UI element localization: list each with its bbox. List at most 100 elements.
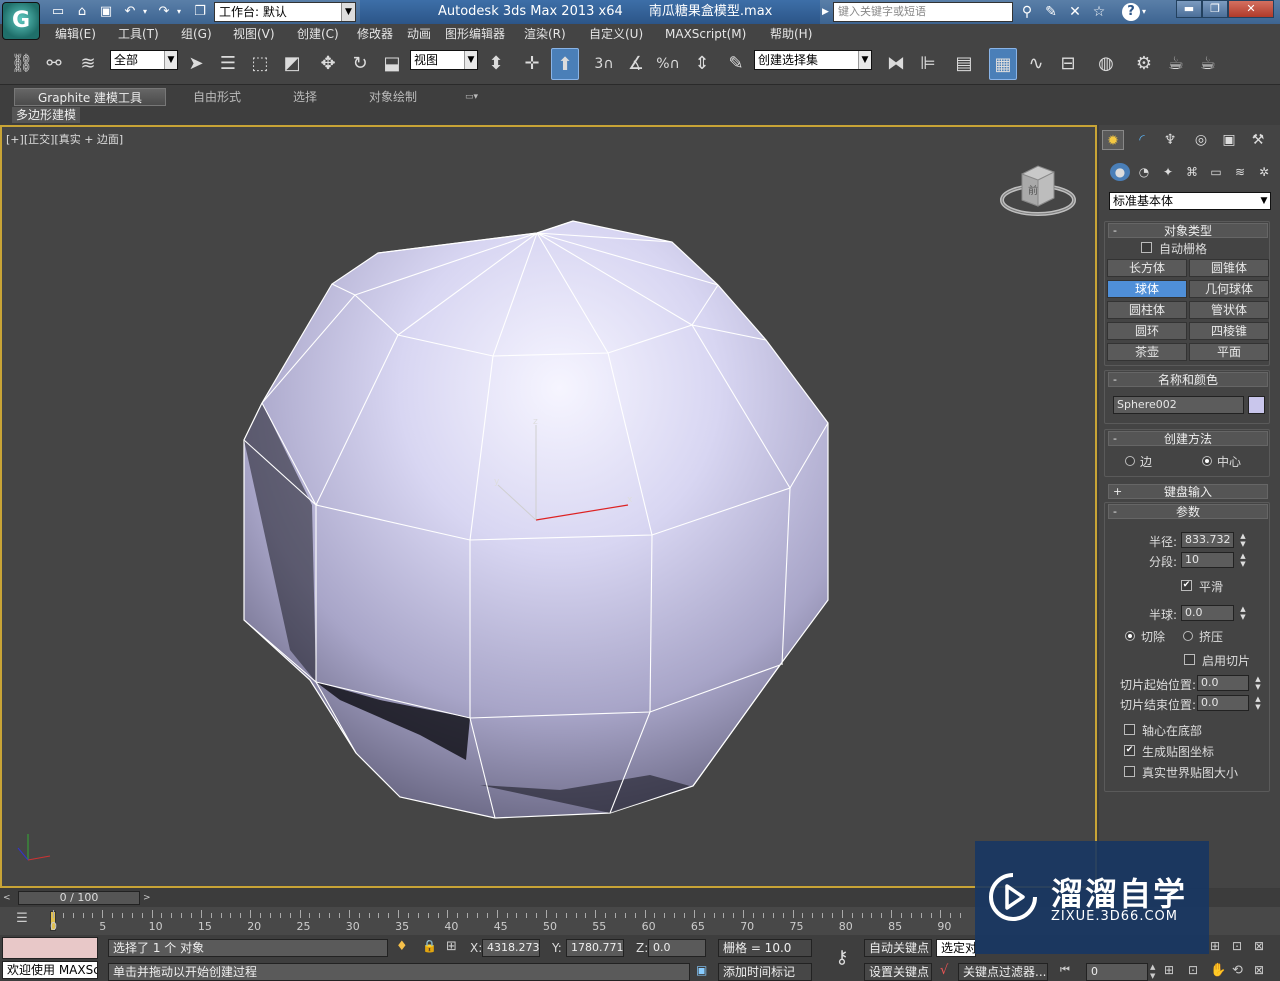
plane-button[interactable]: 平面 <box>1189 343 1269 361</box>
squash-radio[interactable] <box>1183 631 1193 641</box>
radius-input[interactable]: 833.732 <box>1181 532 1234 548</box>
polygon-modeling-panel[interactable]: 多边形建模 <box>12 107 81 123</box>
viewport-pov-label[interactable]: [正交] <box>24 133 55 146</box>
display-tab-icon[interactable]: ▣ <box>1218 130 1240 150</box>
geometry-icon[interactable]: ● <box>1110 163 1130 181</box>
help-dropdown-icon[interactable]: ▾ <box>1142 3 1152 21</box>
primitive-category-dropdown[interactable]: 标准基本体 ▼ <box>1109 192 1271 210</box>
edge-radio[interactable] <box>1125 456 1135 466</box>
hemisphere-input[interactable]: 0.0 <box>1181 605 1234 621</box>
redo-icon[interactable]: ↷ <box>154 3 174 21</box>
hierarchy-tab-icon[interactable]: ♆ <box>1159 130 1181 150</box>
cameras-icon[interactable]: ⌘ <box>1182 163 1202 181</box>
segments-input[interactable]: 10 <box>1181 552 1234 568</box>
rectangular-selection-icon[interactable]: ⬚ <box>246 48 274 80</box>
chop-radio[interactable] <box>1125 631 1135 641</box>
graphite-toggle-icon[interactable]: ▦ <box>989 48 1017 80</box>
save-file-icon[interactable]: ▣ <box>96 3 116 21</box>
menu-rendering[interactable]: 渲染(R) <box>524 24 566 45</box>
torus-button[interactable]: 圆环 <box>1107 322 1187 340</box>
angle-snap-icon[interactable]: ∡ <box>622 48 650 80</box>
curve-editor-icon[interactable]: ∿ <box>1022 48 1050 80</box>
select-by-name-icon[interactable]: ☰ <box>214 48 242 80</box>
select-and-scale-icon[interactable]: ⬓ <box>378 48 406 80</box>
name-color-header[interactable]: - 名称和颜色 <box>1108 372 1268 387</box>
maxscript-listener-pink[interactable] <box>2 937 98 959</box>
menu-group[interactable]: 组(G) <box>181 24 212 45</box>
menu-help[interactable]: 帮助(H) <box>770 24 812 45</box>
menu-views[interactable]: 视图(V) <box>233 24 275 45</box>
slice-from-spinner-icon[interactable]: ▲ ▼ <box>1253 675 1263 691</box>
viewport-shading-label[interactable]: [真实 + 边面] <box>54 133 123 146</box>
mirror-icon[interactable]: ⧓ <box>882 48 910 80</box>
workspace-dropdown[interactable]: 工作台: 默认 ▼ <box>214 2 356 22</box>
tab-object-paint[interactable]: 对象绘制 <box>369 88 417 106</box>
binoculars-icon[interactable]: ⚲ <box>1016 3 1038 21</box>
pyramid-button[interactable]: 四棱锥 <box>1189 322 1269 340</box>
snaps-toggle-icon[interactable]: 3∩ <box>590 48 618 80</box>
favorites-star-icon[interactable]: ☆ <box>1088 3 1110 21</box>
bind-to-space-warp-icon[interactable]: ≋ <box>74 48 102 80</box>
unlink-icon[interactable]: ⚯ <box>40 48 68 80</box>
time-slider[interactable]: 0 / 100 <box>18 891 140 905</box>
absolute-transform-icon[interactable]: ⊞ <box>446 939 464 957</box>
radius-spinner-icon[interactable]: ▲ ▼ <box>1238 532 1248 548</box>
help-icon[interactable]: ? <box>1122 3 1140 21</box>
gen-map-coords-checkbox[interactable]: ✔ <box>1124 745 1135 756</box>
tab-selection[interactable]: 选择 <box>293 88 317 106</box>
segments-spinner-icon[interactable]: ▲ ▼ <box>1238 552 1248 568</box>
menu-modifiers[interactable]: 修改器 <box>357 24 393 45</box>
go-to-start-icon[interactable]: ⏮ <box>1060 963 1080 981</box>
motion-tab-icon[interactable]: ◎ <box>1190 130 1212 150</box>
spinner-snap-icon[interactable]: ⇕ <box>688 48 716 80</box>
maxscript-mini-listener[interactable]: 欢迎使用 MAXSc <box>2 961 98 979</box>
key-mode-dropdown[interactable]: 选定对 <box>936 939 976 957</box>
sphere-button[interactable]: 球体 <box>1107 280 1187 298</box>
parameters-header[interactable]: - 参数 <box>1108 504 1268 519</box>
slice-to-input[interactable]: 0.0 <box>1197 695 1249 711</box>
maximize-viewport-icon[interactable]: ⊠ <box>1254 963 1272 981</box>
create-tab-icon[interactable]: ✹ <box>1102 130 1124 150</box>
key-filters-button[interactable]: 关键点过滤器... <box>958 963 1048 981</box>
window-crossing-icon[interactable]: ◩ <box>278 48 306 80</box>
keyboard-entry-header[interactable]: + 键盘输入 <box>1108 484 1268 499</box>
new-file-icon[interactable]: ▭ <box>48 3 68 21</box>
chevron-right-icon[interactable]: ▶ <box>822 3 832 21</box>
y-coord-input[interactable]: 1780.771 <box>566 939 624 957</box>
prev-frame-icon[interactable]: < <box>3 891 15 905</box>
slice-from-input[interactable]: 0.0 <box>1197 675 1249 691</box>
center-radio[interactable] <box>1202 456 1212 466</box>
utilities-tab-icon[interactable]: ⚒ <box>1247 130 1269 150</box>
set-key-button[interactable]: 设置关键点 <box>864 963 932 981</box>
box-button[interactable]: 长方体 <box>1107 259 1187 277</box>
select-and-link-icon[interactable]: ⛓ <box>8 48 36 80</box>
close-button[interactable]: ✕ <box>1228 0 1274 18</box>
helpers-icon[interactable]: ▭ <box>1206 163 1226 181</box>
x-coord-input[interactable]: 4318.273 <box>482 939 540 957</box>
undo-dropdown-icon[interactable]: ▾ <box>140 3 150 21</box>
undo-icon[interactable]: ↶ <box>120 3 140 21</box>
named-selection-dropdown[interactable]: 创建选择集 ▼ <box>754 50 872 70</box>
key-curve-icon[interactable]: √ <box>940 963 956 981</box>
smooth-checkbox[interactable]: ✔ <box>1181 580 1192 591</box>
enable-slice-checkbox[interactable] <box>1184 654 1195 665</box>
zoom-icon[interactable]: ⊞ <box>1210 939 1228 957</box>
zoom-extents-all-icon[interactable]: ⊡ <box>1188 963 1206 981</box>
autogrid-checkbox[interactable] <box>1141 242 1152 253</box>
schematic-view-icon[interactable]: ⊟ <box>1054 48 1082 80</box>
systems-icon[interactable]: ✲ <box>1254 163 1274 181</box>
subscription-icon[interactable]: ✕ <box>1064 3 1086 21</box>
menu-edit[interactable]: 编辑(E) <box>55 24 96 45</box>
viewport-menu-label[interactable]: [+] <box>6 133 24 146</box>
redo-dropdown-icon[interactable]: ▾ <box>174 3 184 21</box>
shapes-icon[interactable]: ◔ <box>1134 163 1154 181</box>
pan-view-icon[interactable]: ✋ <box>1210 963 1228 981</box>
geosphere-button[interactable]: 几何球体 <box>1189 280 1269 298</box>
edit-named-selection-icon[interactable]: ✎ <box>722 48 750 80</box>
time-tag-icon[interactable]: ▣ <box>696 963 712 981</box>
pivot-center-icon[interactable]: ⬍ <box>482 48 510 80</box>
cylinder-button[interactable]: 圆柱体 <box>1107 301 1187 319</box>
open-file-icon[interactable]: ⌂ <box>72 3 92 21</box>
render-production-icon[interactable]: ☕ <box>1194 48 1222 80</box>
slice-to-spinner-icon[interactable]: ▲ ▼ <box>1253 695 1263 711</box>
